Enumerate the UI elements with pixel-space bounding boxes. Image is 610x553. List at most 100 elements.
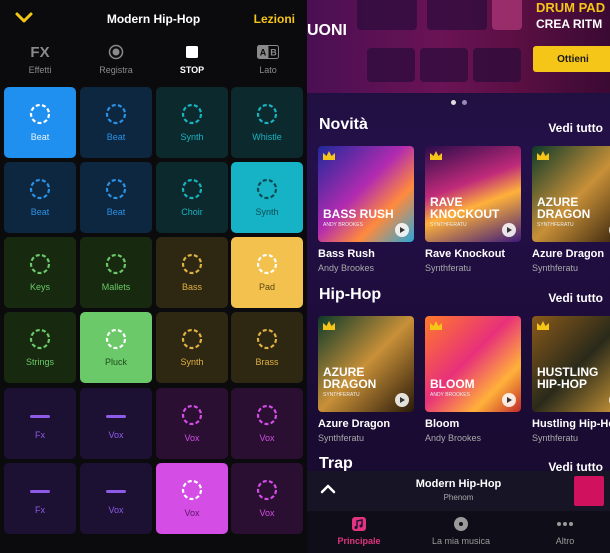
player-artist: Phenom bbox=[443, 493, 474, 502]
effects-label: Effetti bbox=[28, 65, 52, 75]
stop-label: STOP bbox=[179, 65, 205, 75]
pad-brass[interactable]: Brass bbox=[231, 312, 303, 383]
nav-my-music[interactable]: La mia musica bbox=[421, 515, 501, 546]
pack-card[interactable]: RAVE KNOCKOUT SYNTHFERATU Rave Knockout Syn… bbox=[425, 146, 521, 273]
artwork-title: RAVE KNOCKOUT bbox=[430, 195, 500, 221]
lessons-link[interactable]: Lezioni bbox=[254, 12, 295, 26]
pad-label: Keys bbox=[29, 282, 50, 292]
oneshot-line-icon bbox=[106, 415, 126, 418]
pad-vox[interactable]: Vox bbox=[231, 388, 303, 459]
banner-title: DRUM PAD bbox=[536, 0, 606, 15]
loop-ring-icon bbox=[105, 178, 127, 200]
pad-label: Vox bbox=[184, 508, 200, 518]
artwork-title: AZURE DRAGON bbox=[537, 195, 591, 221]
pack-artwork: HUSTLING HIP-HOP bbox=[532, 316, 610, 412]
pad-beat[interactable]: Beat bbox=[80, 87, 152, 158]
see-all-link[interactable]: Vedi tutto bbox=[548, 121, 603, 135]
side-button[interactable]: AB Lato bbox=[238, 42, 298, 75]
loop-ring-icon bbox=[181, 328, 203, 350]
record-label: Registra bbox=[99, 65, 133, 75]
play-icon[interactable] bbox=[502, 223, 516, 237]
fx-icon: FX bbox=[30, 43, 50, 61]
pack-title: Azure Dragon bbox=[532, 248, 605, 260]
artwork-title: AZURE DRAGON bbox=[323, 365, 377, 391]
pad-vox[interactable]: Vox bbox=[80, 463, 152, 534]
pack-card[interactable]: BASS RUSH ANDY BROOKES Bass Rush Andy Brook… bbox=[318, 146, 414, 273]
banner-left-text: UONI bbox=[307, 22, 347, 39]
pack-author: Synthferatu bbox=[532, 433, 579, 443]
oneshot-line-icon bbox=[106, 490, 126, 493]
record-icon bbox=[86, 42, 146, 62]
pad-label: Vox bbox=[259, 508, 275, 518]
pad-whistle[interactable]: Whistle bbox=[231, 87, 303, 158]
stop-icon bbox=[162, 42, 222, 62]
pad-choir[interactable]: Choir bbox=[156, 162, 228, 233]
carousel-dots bbox=[451, 100, 467, 105]
pad-vox[interactable]: Vox bbox=[231, 463, 303, 534]
section-title: Novità bbox=[319, 116, 368, 133]
pad-pluck[interactable]: Pluck bbox=[80, 312, 152, 383]
pad-fx[interactable]: Fx bbox=[4, 388, 76, 459]
pad-beat[interactable]: Beat bbox=[4, 87, 76, 158]
pad-vox[interactable]: Vox bbox=[156, 463, 228, 534]
pad-strings[interactable]: Strings bbox=[4, 312, 76, 383]
pad-fx[interactable]: Fx bbox=[4, 463, 76, 534]
nav-home[interactable]: Principale bbox=[329, 515, 389, 546]
pad-label: Whistle bbox=[252, 132, 282, 142]
pad-beat[interactable]: Beat bbox=[4, 162, 76, 233]
svg-text:B: B bbox=[270, 48, 277, 58]
pad-label: Mallets bbox=[101, 282, 131, 292]
pad-label: Beat bbox=[30, 207, 50, 217]
pad-mallets[interactable]: Mallets bbox=[80, 237, 152, 308]
pad-synth[interactable]: Synth bbox=[231, 162, 303, 233]
crown-icon bbox=[537, 321, 549, 330]
loop-ring-icon bbox=[181, 103, 203, 125]
pack-card[interactable]: AZURE DRAGON SYNTHFERATU Azure Dragon Synth… bbox=[318, 316, 414, 443]
get-button[interactable]: Ottieni bbox=[533, 46, 610, 72]
pad-toolbar: FX Effetti Registra STOP AB Lato bbox=[0, 42, 307, 78]
pack-title: Bass Rush bbox=[318, 248, 375, 260]
play-icon[interactable] bbox=[395, 393, 409, 407]
play-icon[interactable] bbox=[502, 393, 516, 407]
crown-icon bbox=[323, 321, 335, 330]
pad-label: Brass bbox=[255, 357, 279, 367]
loop-ring-icon bbox=[105, 253, 127, 275]
pad-pad[interactable]: Pad bbox=[231, 237, 303, 308]
mini-player[interactable]: Modern Hip-Hop Phenom bbox=[307, 471, 610, 511]
play-icon[interactable] bbox=[395, 223, 409, 237]
nav-home-label: Principale bbox=[337, 536, 381, 546]
loop-ring-icon bbox=[181, 404, 203, 426]
effects-button[interactable]: FX Effetti bbox=[10, 42, 70, 76]
pack-author: Synthferatu bbox=[425, 263, 472, 273]
see-all-link[interactable]: Vedi tutto bbox=[548, 291, 603, 305]
loop-ring-icon bbox=[29, 103, 51, 125]
pad-vox[interactable]: Vox bbox=[156, 388, 228, 459]
pad-synth[interactable]: Synth bbox=[156, 87, 228, 158]
promo-banner[interactable]: UONI DRUM PAD CREA RITM Ottieni bbox=[307, 0, 610, 93]
pad-beat[interactable]: Beat bbox=[80, 162, 152, 233]
pad-keys[interactable]: Keys bbox=[4, 237, 76, 308]
pack-title: Azure Dragon bbox=[318, 418, 391, 430]
side-label: Lato bbox=[259, 65, 277, 75]
carousel-dot bbox=[462, 100, 467, 105]
pad-header: Modern Hip-Hop Lezioni bbox=[0, 0, 307, 40]
pad-label: Beat bbox=[30, 132, 50, 142]
crown-icon bbox=[430, 321, 442, 330]
pad-vox[interactable]: Vox bbox=[80, 388, 152, 459]
artwork-title: BASS RUSH bbox=[323, 207, 394, 221]
pack-card[interactable]: HUSTLING HIP-HOP Hustling Hip-Hop Synthfer… bbox=[532, 316, 610, 443]
nav-more[interactable]: Altro bbox=[543, 515, 587, 546]
oneshot-line-icon bbox=[30, 490, 50, 493]
pad-label: Beat bbox=[106, 207, 126, 217]
artwork-artist: ANDY BROOKES bbox=[430, 392, 470, 398]
loop-ring-icon bbox=[29, 328, 51, 350]
pack-card[interactable]: AZURE DRAGON SYNTHFERATU Azure Dragon Synth… bbox=[532, 146, 610, 273]
nav-more-label: Altro bbox=[555, 536, 575, 546]
record-button[interactable]: Registra bbox=[86, 42, 146, 75]
pack-title: Bloom bbox=[425, 418, 460, 430]
pad-bass[interactable]: Bass bbox=[156, 237, 228, 308]
pack-card[interactable]: BLOOM ANDY BROOKES Bloom Andy Brookes bbox=[425, 316, 521, 443]
stop-button[interactable]: STOP bbox=[162, 42, 222, 75]
pad-synth[interactable]: Synth bbox=[156, 312, 228, 383]
pad-label: Strings bbox=[25, 357, 54, 367]
